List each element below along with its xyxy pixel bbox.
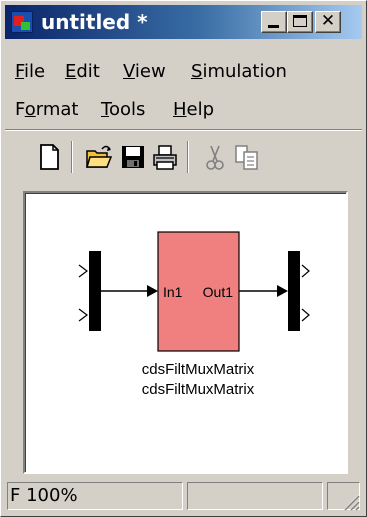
status-pane-zoom: F 100% [7,482,183,510]
copy-button[interactable] [233,143,261,171]
demux-input-port-1[interactable] [78,264,88,278]
title-bar[interactable]: untitled * ✕ [5,5,362,39]
subsystem-in-port-label: In1 [163,284,183,300]
menu-view[interactable]: View [123,61,166,82]
save-button[interactable] [119,143,147,171]
block-diagram: In1 Out1 cdsFiltMuxMatrix cdsFiltMuxMatr… [78,231,310,398]
menu-simulation[interactable]: Simulation [191,61,287,82]
status-bar: F 100% [5,479,362,513]
block-type-label: cdsFiltMuxMatrix [142,381,255,398]
toolbar-divider [5,129,362,131]
zoom-level: 100% [26,485,78,506]
minimize-button[interactable] [261,11,287,33]
input-arrow [147,285,158,297]
maximize-icon [293,15,307,27]
close-button[interactable]: ✕ [315,11,341,33]
minimize-icon [268,25,279,28]
menu-file[interactable]: File [15,61,45,82]
menu-tools[interactable]: Tools [101,99,145,120]
print-button[interactable] [151,143,179,171]
toolbar-separator [71,141,73,173]
mux-output-port-2[interactable] [301,308,310,322]
close-icon: ✕ [320,11,336,31]
model-canvas[interactable]: In1 Out1 cdsFiltMuxMatrix cdsFiltMuxMatr… [23,191,348,474]
cut-button[interactable] [201,143,229,171]
subsystem-out-port-label: Out1 [203,284,234,300]
menu-format[interactable]: Format [15,99,78,120]
toolbar-separator [187,141,189,173]
toolbar [5,133,362,183]
status-text: F [10,485,21,506]
status-pane-middle [187,482,323,510]
menu-bar: File Edit View Simulation Format Tools H… [5,43,362,127]
window-title: untitled * [41,10,148,34]
resize-grip-icon[interactable] [340,491,360,511]
demux-block[interactable] [89,251,101,331]
new-model-button[interactable] [35,143,63,171]
model-window: untitled * ✕ File Edit View Simulation F… [0,0,367,517]
output-arrow [277,285,288,297]
mux-output-port-1[interactable] [301,264,310,278]
open-button[interactable] [85,143,113,171]
menu-edit[interactable]: Edit [65,61,100,82]
block-name-label[interactable]: cdsFiltMuxMatrix [142,361,255,378]
simulink-app-icon[interactable] [11,11,33,33]
maximize-button[interactable] [287,11,313,33]
mux-block[interactable] [288,251,300,331]
menu-help[interactable]: Help [173,99,214,120]
demux-input-port-2[interactable] [78,308,88,322]
